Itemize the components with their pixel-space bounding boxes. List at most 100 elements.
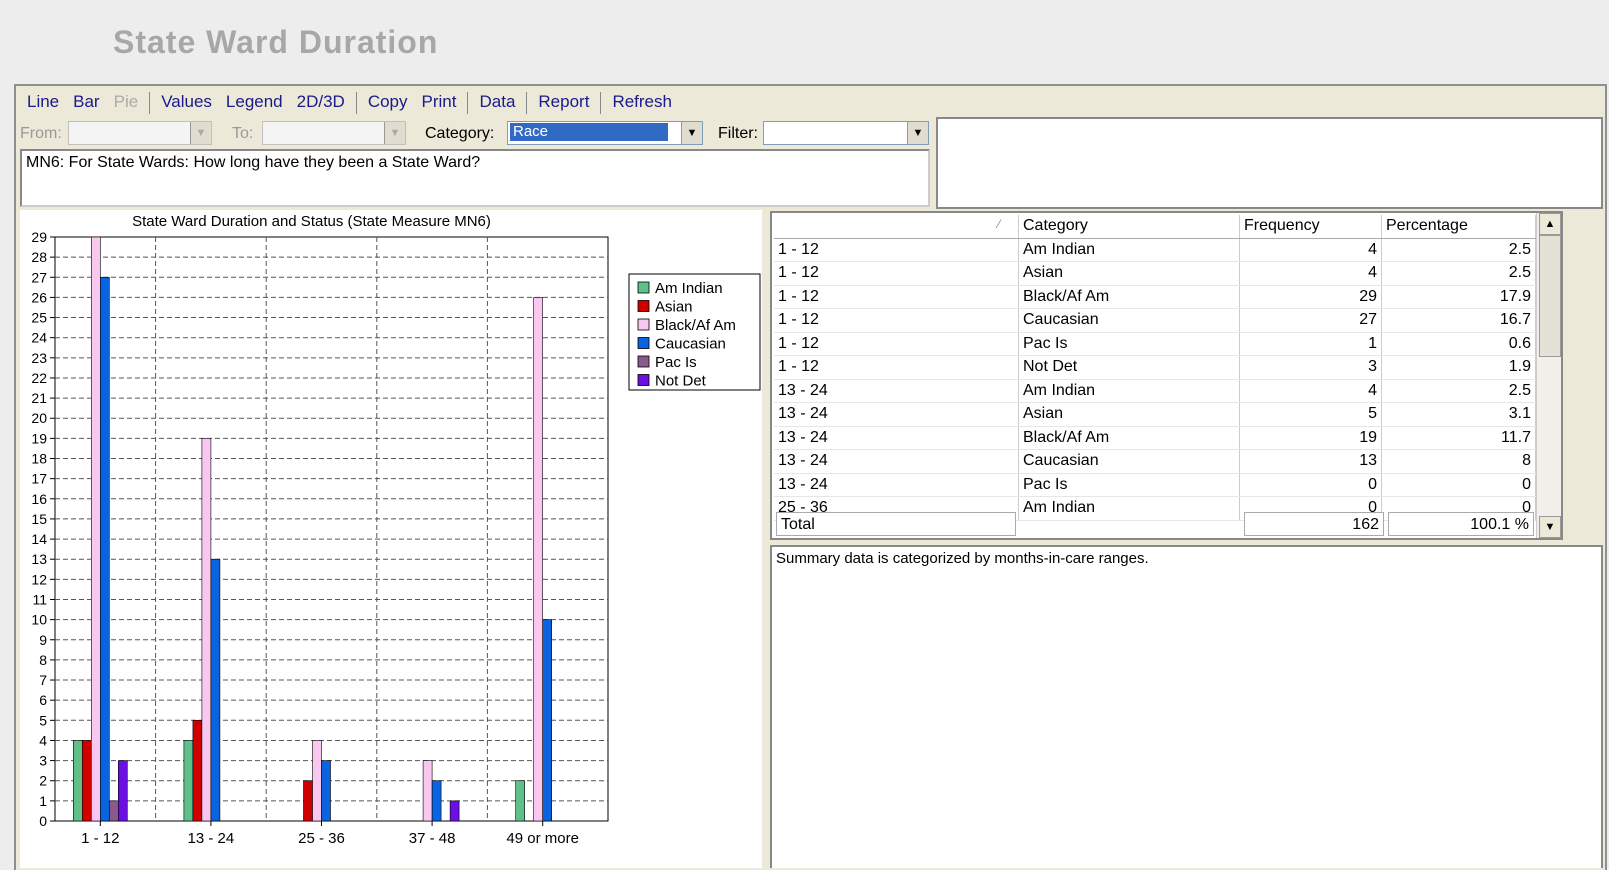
chevron-down-icon[interactable]: ▼: [384, 122, 405, 144]
y-tick-label: 6: [39, 692, 47, 708]
bar: [100, 276, 110, 822]
y-tick-label: 3: [39, 753, 47, 769]
legend-label: Am Indian: [655, 280, 723, 297]
table-row[interactable]: 1 - 12 Not Det 3 1.9: [774, 355, 1536, 380]
chevron-down-icon[interactable]: ▼: [190, 122, 211, 144]
y-tick-label: 27: [31, 269, 47, 285]
to-value: [265, 123, 271, 141]
toolbar-separator: [526, 92, 528, 114]
y-tick-label: 15: [31, 511, 47, 527]
y-tick-label: 16: [31, 491, 47, 507]
bar: [431, 780, 442, 822]
from-select[interactable]: ▼: [68, 121, 212, 145]
toolbar-separator: [355, 92, 357, 114]
row-category: Asian: [1018, 402, 1240, 427]
bar: [210, 558, 221, 822]
filter-label: Filter:: [718, 125, 758, 142]
bar: [201, 438, 212, 822]
table-row[interactable]: 1 - 12 Am Indian 4 2.5: [774, 238, 1536, 262]
y-tick-label: 8: [39, 652, 47, 668]
y-tick-label: 25: [31, 310, 47, 326]
table-row[interactable]: 13 - 24 Asian 5 3.1: [774, 402, 1536, 427]
to-select[interactable]: ▼: [262, 121, 406, 145]
y-tick-label: 19: [31, 430, 47, 446]
question-textbox[interactable]: MN6: For State Wards: How long have they…: [20, 149, 930, 207]
x-tick-label: 25 - 36: [298, 830, 345, 847]
2d3d-button[interactable]: 2D/3D: [290, 92, 352, 112]
bar-button[interactable]: Bar: [66, 92, 106, 112]
from-value: [71, 123, 77, 141]
table-row[interactable]: 1 - 12 Asian 4 2.5: [774, 261, 1536, 286]
filter-value: [766, 123, 772, 141]
table-row[interactable]: 13 - 24 Black/Af Am 19 11.7: [774, 426, 1536, 450]
refresh-button[interactable]: Refresh: [605, 92, 679, 112]
row-range: 13 - 24: [774, 379, 1019, 403]
y-tick-label: 7: [39, 672, 47, 688]
bar: [533, 297, 544, 822]
row-percentage: 0: [1381, 473, 1536, 497]
row-percentage: 2.5: [1381, 379, 1536, 403]
legend-swatch: [637, 300, 650, 312]
category-select[interactable]: Race ▼: [507, 121, 703, 145]
toolbar: Line Bar Pie Values Legend 2D/3D Copy Print Data…: [20, 92, 679, 114]
bar: [542, 619, 553, 822]
plot-area: [54, 236, 609, 822]
row-range: 1 - 12: [774, 308, 1019, 333]
row-percentage: 0.6: [1381, 332, 1536, 356]
table-row[interactable]: 1 - 12 Pac Is 1 0.6: [774, 332, 1536, 356]
row-frequency: 3: [1239, 355, 1382, 380]
row-percentage: 2.5: [1381, 261, 1536, 286]
row-range: 13 - 24: [774, 449, 1019, 474]
row-category: Am Indian: [1018, 379, 1240, 403]
legend-swatch: [637, 281, 650, 294]
table-row[interactable]: 13 - 24 Am Indian 4 2.5: [774, 379, 1536, 403]
row-frequency: 5: [1239, 402, 1382, 427]
bar: [321, 760, 331, 822]
report-button[interactable]: Report: [531, 92, 596, 112]
row-frequency: 19: [1239, 426, 1382, 450]
legend-button[interactable]: Legend: [219, 92, 290, 112]
data-button[interactable]: Data: [472, 92, 522, 112]
pie-button[interactable]: Pie: [107, 92, 146, 112]
y-tick-label: 14: [31, 531, 47, 547]
copy-button[interactable]: Copy: [361, 92, 415, 112]
data-grid[interactable]: ⁄ Category Frequency Percentage 1 - 12 Am…: [770, 211, 1563, 540]
table-row[interactable]: 1 - 12 Caucasian 27 16.7: [774, 308, 1536, 333]
summary-textbox[interactable]: Summary data is categorized by months-in…: [770, 545, 1603, 868]
row-range: 13 - 24: [774, 402, 1019, 427]
legend-label: Not Det: [655, 373, 707, 390]
bar-chart: State Ward Duration and Status (State Me…: [31, 213, 761, 847]
column-header-range[interactable]: ⁄: [774, 215, 1019, 239]
table-row[interactable]: 1 - 12 Black/Af Am 29 17.9: [774, 285, 1536, 309]
legend-swatch: [637, 337, 650, 349]
table-row[interactable]: 13 - 24 Pac Is 0 0: [774, 473, 1536, 497]
y-tick-label: 20: [31, 410, 47, 426]
row-frequency: 4: [1239, 238, 1382, 262]
row-frequency: 13: [1239, 449, 1382, 474]
print-button[interactable]: Print: [415, 92, 464, 112]
column-header-percentage[interactable]: Percentage: [1381, 215, 1536, 239]
line-button[interactable]: Line: [20, 92, 66, 112]
toolbar-separator: [467, 92, 469, 114]
row-range: 1 - 12: [774, 261, 1019, 286]
row-range: 1 - 12: [774, 332, 1019, 356]
y-tick-label: 23: [31, 350, 47, 366]
from-label: From:: [20, 125, 62, 142]
column-header-category[interactable]: Category: [1018, 215, 1240, 239]
chevron-down-icon[interactable]: ▼: [681, 122, 702, 144]
scroll-down-icon[interactable]: ▼: [1539, 516, 1561, 538]
scroll-thumb[interactable]: [1539, 235, 1561, 357]
values-button[interactable]: Values: [154, 92, 219, 112]
scroll-up-icon[interactable]: ▲: [1539, 213, 1561, 235]
filter-select[interactable]: ▼: [763, 121, 929, 145]
row-percentage: 2.5: [1381, 238, 1536, 262]
data-table: ⁄ Category Frequency Percentage 1 - 12 Am…: [774, 215, 1536, 521]
grid-scrollbar[interactable]: ▲ ▼: [1536, 213, 1561, 538]
chevron-down-icon[interactable]: ▼: [907, 122, 928, 144]
table-row[interactable]: 13 - 24 Caucasian 13 8: [774, 449, 1536, 474]
column-header-frequency[interactable]: Frequency: [1239, 215, 1382, 239]
chart-panel: State Ward Duration and Status (State Me…: [20, 210, 762, 868]
legend-swatch: [637, 318, 650, 331]
legend-label: Caucasian: [655, 336, 726, 353]
legend-label: Asian: [655, 299, 693, 316]
